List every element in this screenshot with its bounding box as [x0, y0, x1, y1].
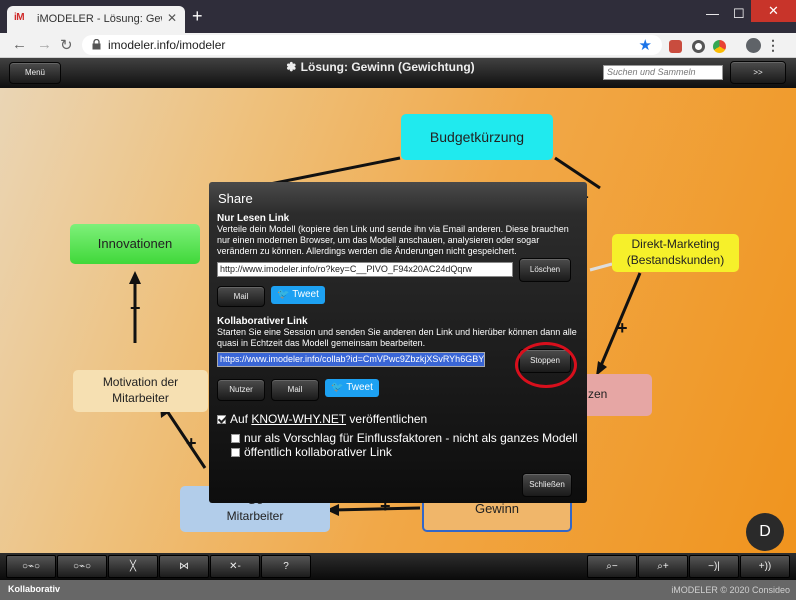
- browser-menu-icon[interactable]: ⋮: [766, 37, 780, 54]
- browser-toolbar: ← → ↻ imodeler.info/imodeler ★ ⋮: [0, 33, 796, 58]
- readonly-description: Verteile dein Modell (kopiere den Link u…: [217, 224, 569, 256]
- new-tab-button[interactable]: +: [192, 6, 203, 27]
- browser-tabstrip: iM iMODELER - Lösung: Gewinn (Ge ✕ + — ☐…: [0, 0, 796, 33]
- menu-button[interactable]: Menü: [9, 62, 61, 84]
- status-mode: Kollaborativ: [8, 584, 61, 594]
- cross-layout-icon[interactable]: ╳: [108, 555, 158, 578]
- share-dialog: Share Nur Lesen Link Verteile dein Model…: [209, 182, 587, 503]
- expand-button[interactable]: +)): [740, 555, 790, 578]
- publish-checkbox[interactable]: Auf KNOW-WHY.NET veröffentlichen: [217, 412, 427, 426]
- reload-button[interactable]: ↻: [60, 36, 73, 54]
- bike-insight-icon[interactable]: ○⌁○: [57, 555, 107, 578]
- zoom-in-label: +: [662, 561, 669, 572]
- forward-panel-button[interactable]: >>: [730, 61, 786, 84]
- plus-sign: +: [130, 298, 141, 318]
- zoom-in-button[interactable]: ⌕+: [638, 555, 688, 578]
- app-topbar: Menü ✽ Lösung: Gewinn (Gewichtung) Suche…: [0, 58, 796, 88]
- imodeler-favicon-icon: iM: [14, 12, 25, 23]
- plus-sign: +: [186, 433, 197, 453]
- url-text: imodeler.info/imodeler: [108, 38, 226, 52]
- readonly-tweet-button[interactable]: 🐦 Tweet: [271, 286, 325, 304]
- zoom-out-button[interactable]: ⌕−: [587, 555, 637, 578]
- know-why-link[interactable]: KNOW-WHY.NET: [251, 412, 346, 426]
- close-dialog-button[interactable]: Schließen: [522, 473, 572, 497]
- public-collab-label: öffentlich kollaborativer Link: [244, 445, 392, 459]
- imodeler-app: Budgetkürzung Innovationen Direkt-Market…: [0, 58, 796, 600]
- network-layout-icon[interactable]: ⋈: [159, 555, 209, 578]
- lock-icon: [92, 39, 101, 50]
- copyright: iMODELER © 2020 Consideo: [671, 585, 790, 595]
- bottom-toolbar: ○⌁○ ○⌁○ ╳ ⋈ ✕- ? ⌕− ⌕+ −)| +)): [0, 553, 796, 580]
- browser-tab[interactable]: iM iMODELER - Lösung: Gewinn (Ge ✕: [7, 6, 185, 33]
- collapse-button[interactable]: −)|: [689, 555, 739, 578]
- twitter-bird-icon: 🐦: [331, 382, 344, 393]
- bike-layout-icon[interactable]: ○⌁○: [6, 555, 56, 578]
- node-innovationen[interactable]: Innovationen: [70, 224, 200, 264]
- edge-motivation-bottom: [163, 407, 207, 469]
- bookmark-star-icon[interactable]: ★: [639, 36, 652, 54]
- arrow-minus-icon[interactable]: ✕-: [210, 555, 260, 578]
- suggestion-label: nur als Vorschlag für Einflussfaktoren -…: [244, 431, 578, 445]
- tweet-label: Tweet: [346, 382, 373, 393]
- tab-close-icon[interactable]: ✕: [167, 11, 177, 25]
- checkbox-checked-icon: [217, 415, 226, 424]
- help-button[interactable]: ?: [261, 555, 311, 578]
- checkbox-unchecked-icon: [231, 434, 240, 443]
- dialog-title: Share: [218, 191, 253, 206]
- minimize-button[interactable]: —: [706, 6, 719, 21]
- back-button[interactable]: ←: [12, 36, 27, 53]
- publish-prefix: Auf: [230, 412, 249, 426]
- plus-sign: +: [617, 318, 628, 338]
- readonly-mail-button[interactable]: Mail: [217, 286, 265, 307]
- collab-link-field[interactable]: https://www.imodeler.info/collab?id=CmVP…: [217, 352, 485, 367]
- checkbox-unchecked-icon: [231, 448, 240, 457]
- chrome-extension-icon[interactable]: [713, 40, 726, 53]
- maximize-button[interactable]: ☐: [733, 6, 745, 22]
- tweet-label: Tweet: [292, 289, 319, 300]
- twitter-bird-icon: 🐦: [277, 289, 290, 300]
- edge-direkt-left: [589, 262, 613, 272]
- users-button[interactable]: Nutzer: [217, 379, 265, 401]
- forward-button[interactable]: →: [37, 36, 52, 53]
- node-direkt-marketing[interactable]: Direkt-Marketing (Bestandskunden): [612, 234, 739, 272]
- suggestion-only-checkbox[interactable]: nur als Vorschlag für Einflussfaktoren -…: [231, 431, 578, 445]
- collab-heading: Kollaborativer Link: [217, 316, 308, 327]
- collab-mail-button[interactable]: Mail: [271, 379, 319, 401]
- paw-icon: ✽: [286, 60, 297, 74]
- status-bar: Kollaborativ iMODELER © 2020 Consideo: [0, 580, 796, 600]
- publish-suffix: veröffentlichen: [349, 412, 428, 426]
- collab-tweet-button[interactable]: 🐦 Tweet: [325, 379, 379, 397]
- user-avatar[interactable]: D: [746, 513, 784, 551]
- public-collab-checkbox[interactable]: öffentlich kollaborativer Link: [231, 445, 392, 459]
- zoom-out-label: −: [611, 561, 618, 572]
- readonly-heading: Nur Lesen Link: [217, 213, 290, 224]
- title-text: Lösung: Gewinn (Gewichtung): [300, 60, 475, 74]
- highlight-ring: [515, 342, 577, 388]
- search-input[interactable]: Suchen und Sammeln: [603, 65, 723, 80]
- node-budgetkuerzung[interactable]: Budgetkürzung: [401, 114, 553, 160]
- profile-icon[interactable]: [746, 38, 761, 53]
- window-close-button[interactable]: ✕: [751, 0, 796, 22]
- delete-link-button[interactable]: Löschen: [519, 258, 571, 282]
- extension-circle-icon[interactable]: [692, 40, 705, 53]
- edge-gewinn-bottom: [332, 506, 421, 512]
- node-motivation[interactable]: Motivation der Mitarbeiter: [73, 370, 208, 412]
- address-bar[interactable]: imodeler.info/imodeler ★: [82, 35, 662, 55]
- pdf-extension-icon[interactable]: [669, 40, 682, 53]
- arrowhead-up-icon: [129, 271, 141, 284]
- page-title: ✽ Lösung: Gewinn (Gewichtung): [250, 60, 510, 74]
- readonly-link-field[interactable]: http://www.imodeler.info/ro?key=C__PIVO_…: [217, 262, 513, 277]
- tab-title: iMODELER - Lösung: Gewinn (Ge: [37, 13, 162, 25]
